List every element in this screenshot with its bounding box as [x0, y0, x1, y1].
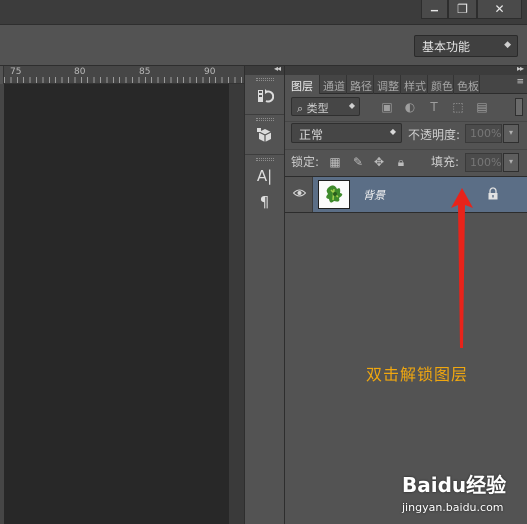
fill-label: 填充: [431, 155, 460, 169]
lock-position-icon[interactable]: ✥ [372, 155, 386, 169]
annotation-text: 双击解锁图层 [366, 365, 469, 384]
pixel-filter-icon[interactable]: ▣ [380, 100, 394, 114]
document-scrollbar[interactable] [229, 84, 244, 524]
lock-transparency-icon[interactable]: ▦ [328, 155, 342, 169]
options-bar: 基本功能 ◆ [0, 24, 527, 66]
updown-arrow-icon: ◆ [389, 127, 396, 136]
tab-swatches[interactable]: 色板 [454, 75, 480, 94]
dock-grip[interactable] [245, 115, 284, 123]
updown-arrow-icon: ◆ [504, 40, 511, 50]
lock-all-icon[interactable]: 🔒︎ [394, 155, 408, 169]
lock-row: 锁定: ▦ ✎ ✥ 🔒︎ 填充: 100% ▾ [285, 150, 527, 178]
blend-mode-label: 正常 [299, 128, 324, 142]
tab-adjustments[interactable]: 调整 [374, 75, 401, 94]
panel-header: ▸▸ [285, 64, 527, 75]
collapse-icon[interactable]: ◂◂ [274, 64, 281, 73]
ruler-tick-label: 75 [10, 67, 22, 77]
chevron-down-icon: ▾ [508, 128, 513, 137]
fill-field[interactable]: 100% [465, 153, 502, 172]
eye-icon [293, 189, 306, 197]
watermark: Baidu经验 jingyan.baidu.com [402, 467, 522, 521]
filter-toggle[interactable] [515, 98, 523, 116]
panel-menu-icon[interactable]: ≡ [516, 77, 524, 87]
tab-layers[interactable]: 图层 [285, 75, 320, 94]
opacity-label: 不透明度: [408, 128, 461, 142]
workspace-select[interactable]: 基本功能 ◆ [414, 35, 518, 57]
paragraph-button[interactable]: ¶ [245, 189, 284, 215]
layer-thumbnail[interactable] [318, 180, 350, 209]
filter-kind-label: 类型 [306, 102, 329, 115]
document-area: 75 80 85 90 [0, 66, 244, 524]
expand-icon[interactable]: ▸▸ [517, 64, 524, 73]
panel-tabs: 图层 通道 路径 调整 样式 颜色 色板 ≡ [285, 75, 527, 94]
ruler-ticks [4, 77, 244, 83]
blend-mode-select[interactable]: 正常 ◆ [291, 123, 402, 143]
tab-paths[interactable]: 路径 [347, 75, 374, 94]
search-icon: ⌕ [297, 102, 304, 115]
close-icon: ✕ [494, 2, 505, 16]
minimize-icon: ▁ [431, 2, 438, 12]
close-button[interactable]: ✕ [477, 0, 522, 19]
restore-icon: ❐ [457, 2, 468, 16]
filter-kind-select[interactable]: ⌕ 类型 ◆ [291, 97, 360, 116]
ruler-tick-label: 85 [139, 67, 151, 77]
ruler-tick-label: 90 [204, 67, 216, 77]
visibility-toggle[interactable] [285, 177, 313, 212]
updown-arrow-icon: ◆ [348, 101, 355, 110]
3d-icon [256, 128, 271, 142]
layer-lock-icon[interactable] [487, 187, 499, 200]
character-button[interactable]: A| [245, 163, 284, 189]
smart-object-filter-icon[interactable]: ▤ [475, 100, 489, 114]
minimize-button[interactable]: ▁ [421, 0, 448, 19]
paragraph-icon: ¶ [259, 193, 270, 211]
blend-row: 正常 ◆ 不透明度: 100% ▾ [285, 122, 527, 150]
document-canvas[interactable] [4, 84, 229, 524]
workspace-label: 基本功能 [422, 40, 471, 54]
layer-thumbnail-image [319, 181, 349, 208]
3d-button[interactable] [245, 123, 284, 149]
character-icon: A| [256, 167, 273, 185]
layer-row-background[interactable]: 背景 [285, 176, 527, 213]
lock-pixels-icon[interactable]: ✎ [351, 155, 365, 169]
tab-channels[interactable]: 通道 [320, 75, 347, 94]
adjustment-filter-icon[interactable]: ◐ [403, 100, 417, 114]
watermark-logo: Baidu经验 [402, 473, 507, 497]
filter-row: ⌕ 类型 ◆ ▣ ◐ T ⬚ ▤ [285, 95, 527, 122]
type-filter-icon[interactable]: T [427, 100, 441, 114]
watermark-url: jingyan.baidu.com [402, 501, 504, 514]
history-icon [257, 89, 274, 103]
annotation-arrow [451, 188, 473, 348]
dock-grip[interactable] [245, 75, 284, 83]
opacity-dropdown[interactable]: ▾ [503, 124, 519, 143]
tab-styles[interactable]: 样式 [401, 75, 428, 94]
layers-panel: ▸▸ 图层 通道 路径 调整 样式 颜色 色板 ≡ ⌕ 类型 ◆ ▣ ◐ T ⬚… [285, 64, 527, 524]
opacity-field[interactable]: 100% [465, 124, 502, 143]
tab-color[interactable]: 颜色 [428, 75, 454, 94]
panel-dock: ◂◂ A| ¶ [244, 64, 285, 524]
restore-button[interactable]: ❐ [448, 0, 477, 19]
lock-label: 锁定: [291, 155, 320, 169]
chevron-down-icon: ▾ [508, 157, 513, 166]
history-button[interactable] [245, 83, 284, 109]
shape-filter-icon[interactable]: ⬚ [451, 100, 465, 114]
dock-grip[interactable] [245, 155, 284, 163]
photoshop-window: ▁ ❐ ✕ 基本功能 ◆ 75 80 85 90 ◂◂ A| ¶ ▸▸ 图层 通… [0, 0, 527, 524]
layer-name[interactable]: 背景 [363, 187, 385, 203]
ruler-tick-label: 80 [74, 67, 86, 77]
fill-dropdown[interactable]: ▾ [503, 153, 519, 172]
dock-header: ◂◂ [245, 64, 284, 75]
horizontal-ruler[interactable]: 75 80 85 90 [0, 66, 244, 84]
title-bar: ▁ ❐ ✕ [0, 0, 527, 24]
